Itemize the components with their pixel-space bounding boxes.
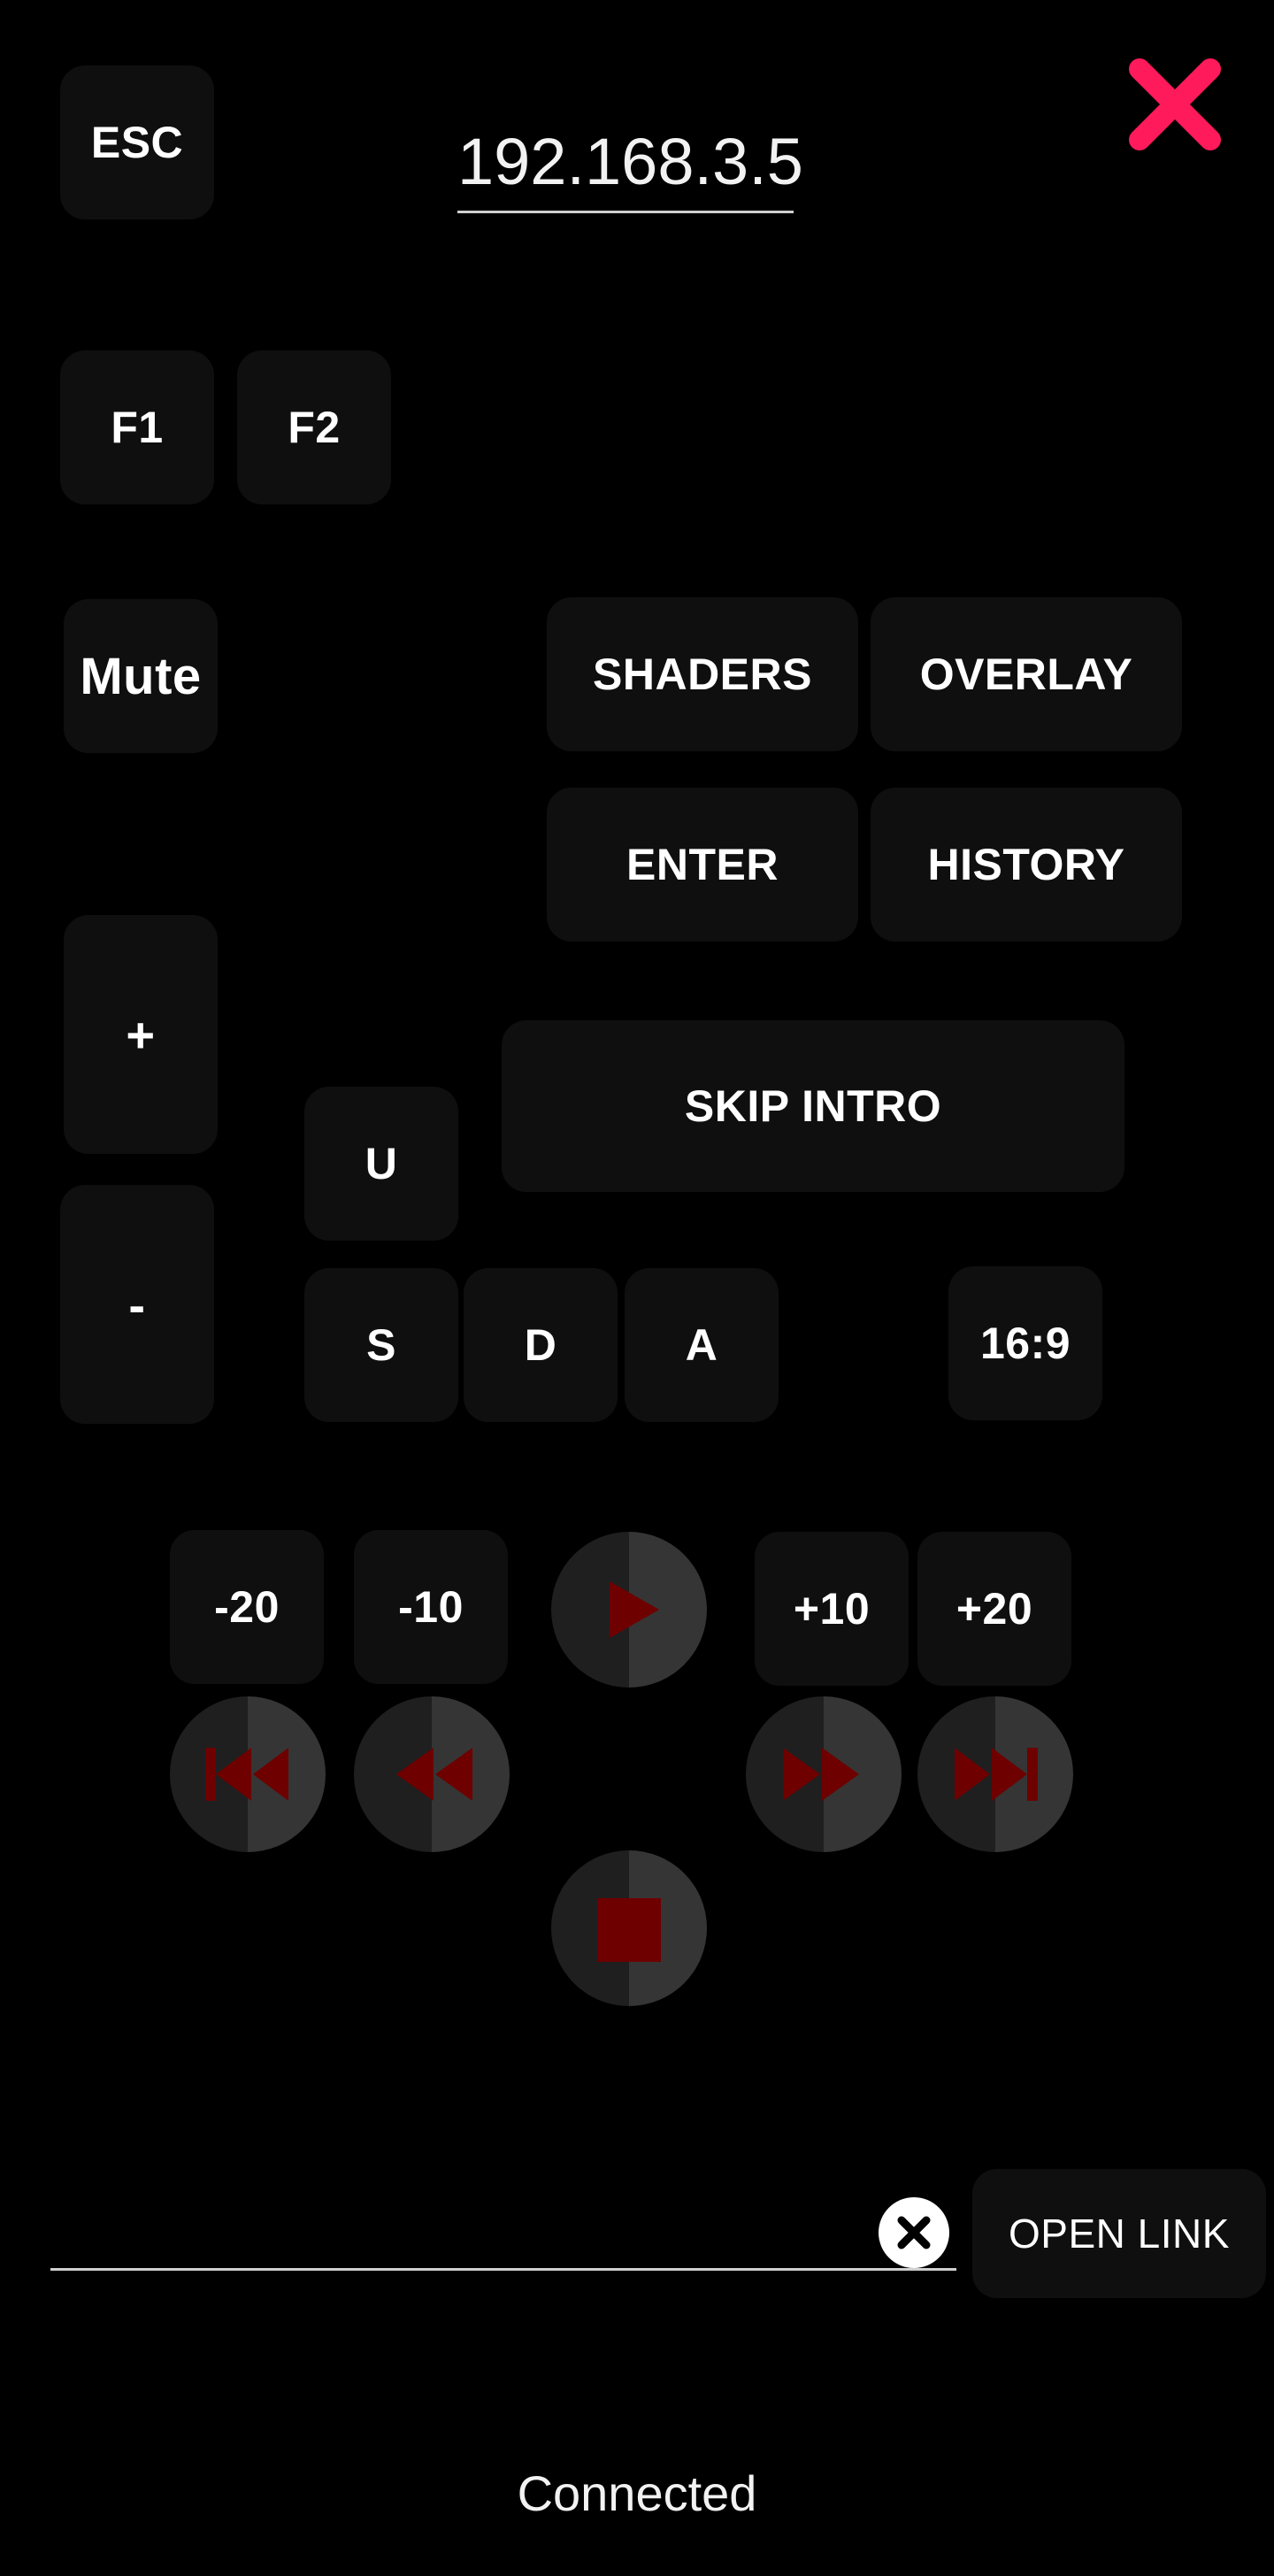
seek-back-20-button[interactable]: -20	[170, 1530, 324, 1684]
esc-button[interactable]: ESC	[60, 65, 214, 219]
skip-forward-icon	[955, 1748, 1038, 1801]
seek-forward-10-button[interactable]: +10	[755, 1532, 909, 1686]
volume-down-button[interactable]: -	[60, 1185, 214, 1424]
play-button[interactable]	[551, 1532, 707, 1688]
a-key-button[interactable]: A	[625, 1268, 779, 1422]
skip-forward-button[interactable]	[917, 1696, 1073, 1852]
url-input-underline	[50, 2268, 956, 2271]
seek-back-10-button[interactable]: -10	[354, 1530, 508, 1684]
connection-status: Connected	[517, 2465, 757, 2521]
mute-button[interactable]: Mute	[64, 599, 218, 753]
open-link-button[interactable]: OPEN LINK	[972, 2169, 1266, 2298]
clear-icon	[897, 2216, 931, 2249]
rewind-icon	[396, 1748, 472, 1801]
fast-forward-icon	[783, 1748, 859, 1801]
clear-url-button[interactable]	[879, 2197, 949, 2268]
f1-button[interactable]: F1	[60, 350, 214, 504]
s-key-button[interactable]: S	[304, 1268, 458, 1422]
fast-forward-button[interactable]	[746, 1696, 902, 1852]
stop-button[interactable]	[551, 1850, 707, 2006]
shaders-button[interactable]: SHADERS	[547, 597, 858, 751]
f2-button[interactable]: F2	[237, 350, 391, 504]
close-icon[interactable]	[1122, 51, 1228, 158]
volume-up-button[interactable]: +	[64, 915, 218, 1154]
ip-underline	[457, 211, 794, 213]
history-button[interactable]: HISTORY	[871, 788, 1182, 942]
overlay-button[interactable]: OVERLAY	[871, 597, 1182, 751]
stop-icon	[597, 1898, 661, 1962]
seek-forward-20-button[interactable]: +20	[917, 1532, 1071, 1686]
skip-back-button[interactable]	[170, 1696, 326, 1852]
url-input[interactable]	[50, 2197, 868, 2268]
d-key-button[interactable]: D	[464, 1268, 618, 1422]
rewind-button[interactable]	[354, 1696, 510, 1852]
play-icon	[610, 1581, 659, 1638]
skip-intro-button[interactable]: SKIP INTRO	[502, 1020, 1124, 1192]
skip-back-icon	[205, 1748, 288, 1801]
enter-button[interactable]: ENTER	[547, 788, 858, 942]
ip-address-field[interactable]: 192.168.3.5	[457, 124, 803, 199]
u-key-button[interactable]: U	[304, 1087, 458, 1241]
aspect-ratio-button[interactable]: 16:9	[948, 1266, 1102, 1420]
